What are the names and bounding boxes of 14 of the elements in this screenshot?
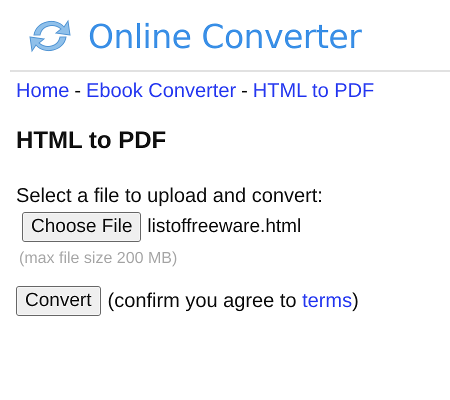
breadcrumb-separator: - [241,80,248,103]
terms-link[interactable]: terms [302,290,352,312]
terms-note: (confirm you agree to terms) [108,290,359,312]
site-title: Online Converter [88,16,362,56]
convert-button[interactable]: Convert [16,286,101,316]
breadcrumb-link[interactable]: Home [16,80,70,103]
breadcrumb-link[interactable]: Ebook Converter [86,80,236,103]
choose-file-button[interactable]: Choose File [22,212,142,242]
file-name: listoffreeware.html [147,216,302,238]
breadcrumb-separator: - [74,80,82,103]
page-heading: HTML to PDF [16,127,168,155]
breadcrumb-link[interactable]: HTML to PDF [252,80,374,103]
file-size-hint: (max file size 200 MB) [19,250,178,268]
upload-label: Select a file to upload and convert: [16,185,324,208]
